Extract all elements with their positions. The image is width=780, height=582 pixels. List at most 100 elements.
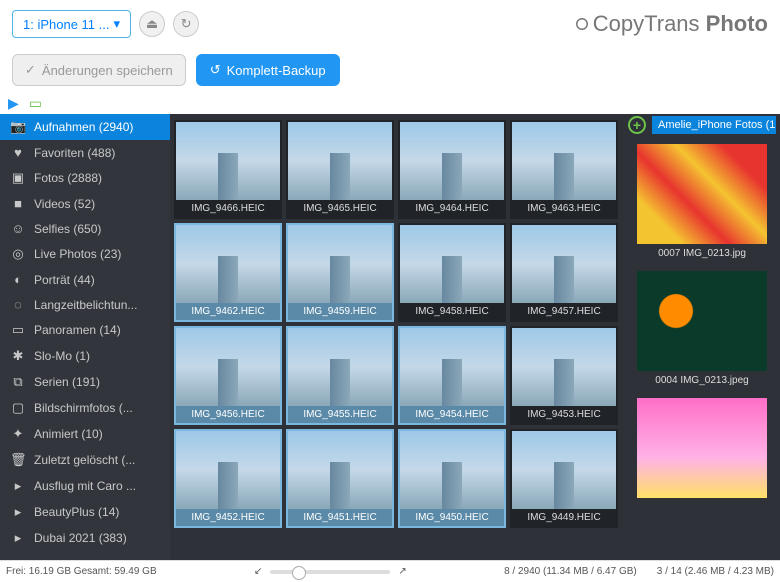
- sidebar-item[interactable]: ▣ Fotos (2888): [0, 165, 170, 191]
- thumb-image: [400, 225, 504, 303]
- photo-thumb[interactable]: IMG_9457.HEIC: [510, 223, 618, 322]
- sidebar-item-label: Dubai 2021 (383): [34, 531, 127, 545]
- thumb-image: [288, 431, 392, 509]
- screen-icon: ▢: [10, 400, 26, 416]
- sidebar-item-label: Serien (191): [34, 375, 100, 389]
- sidebar-item-label: Langzeitbelichtun...: [34, 298, 137, 312]
- backup-button[interactable]: ↺ Komplett-Backup: [196, 54, 340, 86]
- thumb-label: IMG_9452.HEIC: [176, 509, 280, 526]
- sidebar-item[interactable]: 🗑Zuletzt gelöscht (...: [0, 447, 170, 473]
- status-bar: Frei: 16.19 GB Gesamt: 59.49 GB ↙ ↗ 8 / …: [0, 560, 780, 582]
- portrait-icon: ◐: [10, 272, 26, 287]
- photo-thumb[interactable]: IMG_9449.HEIC: [510, 429, 618, 528]
- album-icon: ▸: [10, 504, 26, 520]
- restore-icon: ↺: [210, 62, 221, 78]
- right-thumb[interactable]: 0007 IMG_0213.jpg: [637, 144, 767, 263]
- brand-name: CopyTrans: [593, 11, 700, 36]
- right-thumb[interactable]: [637, 398, 767, 498]
- thumb-label: IMG_9457.HEIC: [512, 303, 616, 320]
- top-bar: 1: iPhone 11 ... ▾ ⏏ ↻ CopyTrans Photo: [0, 0, 780, 48]
- check-icon: ✓: [25, 62, 36, 78]
- play-icon[interactable]: ▶: [8, 95, 19, 112]
- thumb-image: [400, 431, 504, 509]
- zoom-in-icon[interactable]: ↗: [398, 566, 406, 577]
- photo-thumb[interactable]: IMG_9462.HEIC: [174, 223, 282, 322]
- album-icon: ▸: [10, 530, 26, 546]
- save-changes-button: ✓ Änderungen speichern: [12, 54, 186, 86]
- add-album-button[interactable]: +: [628, 116, 646, 134]
- photo-thumb[interactable]: IMG_9458.HEIC: [398, 223, 506, 322]
- right-panel: + Amelie_iPhone Fotos (1 0007 IMG_0213.j…: [624, 114, 780, 560]
- sidebar-item[interactable]: ◌Langzeitbelichtun...: [0, 292, 170, 317]
- thumb-image: [288, 328, 392, 406]
- photo-thumb[interactable]: IMG_9463.HEIC: [510, 120, 618, 219]
- sidebar-item[interactable]: ▭ Panoramen (14): [0, 317, 170, 343]
- sidebar-item-label: Slo-Mo (1): [34, 349, 90, 363]
- photo-thumb[interactable]: IMG_9459.HEIC: [286, 223, 394, 322]
- pano-icon: ▭: [10, 322, 26, 338]
- sidebar-item-label: Selfies (650): [34, 222, 101, 236]
- thumb-label: IMG_9458.HEIC: [400, 303, 504, 320]
- heart-icon: ♥: [10, 145, 26, 160]
- sidebar-item-label: Fotos (2888): [34, 171, 102, 185]
- video-icon: ■: [10, 196, 26, 211]
- thumb-image: [176, 431, 280, 509]
- sidebar-item[interactable]: ◎Live Photos (23): [0, 241, 170, 267]
- sidebar-item[interactable]: 📷Aufnahmen (2940): [0, 114, 170, 140]
- photo-thumb[interactable]: IMG_9454.HEIC: [398, 326, 506, 425]
- thumb-image: [512, 122, 616, 200]
- thumb-image: [288, 122, 392, 200]
- sidebar-item[interactable]: ☺ Selfies (650): [0, 216, 170, 241]
- selfie-icon: ☺: [10, 221, 26, 236]
- thumb-label: IMG_9456.HEIC: [176, 406, 280, 423]
- sidebar-item[interactable]: ⧉ Serien (191): [0, 369, 170, 395]
- thumb-image: [512, 328, 616, 406]
- photo-thumb[interactable]: IMG_9451.HEIC: [286, 429, 394, 528]
- status-right: 3 / 14 (2.46 MB / 4.23 MB): [657, 566, 774, 577]
- sidebar-item[interactable]: ✱ Slo-Mo (1): [0, 343, 170, 369]
- slomo-icon: ✱: [10, 348, 26, 364]
- photo-thumb[interactable]: IMG_9452.HEIC: [174, 429, 282, 528]
- photo-icon: ▣: [10, 170, 26, 186]
- album-icon[interactable]: ▭: [29, 95, 42, 112]
- thumb-label: IMG_9463.HEIC: [512, 200, 616, 217]
- sidebar-item-label: Porträt (44): [34, 273, 95, 287]
- right-panel-tab[interactable]: Amelie_iPhone Fotos (1: [652, 116, 776, 134]
- thumb-label: IMG_9464.HEIC: [400, 200, 504, 217]
- thumb-label: IMG_9466.HEIC: [176, 200, 280, 217]
- sidebar-item[interactable]: ◐ Porträt (44): [0, 267, 170, 292]
- thumb-label: IMG_9450.HEIC: [400, 509, 504, 526]
- sidebar-item-label: Live Photos (23): [34, 247, 121, 261]
- sidebar-item[interactable]: ■Videos (52): [0, 191, 170, 216]
- photo-thumb[interactable]: IMG_9464.HEIC: [398, 120, 506, 219]
- photo-thumb[interactable]: IMG_9453.HEIC: [510, 326, 618, 425]
- zoom-out-icon[interactable]: ↙: [254, 566, 262, 577]
- sidebar-item[interactable]: ▸ BeautyPlus (14): [0, 499, 170, 525]
- burst-icon: ⧉: [10, 374, 26, 390]
- sidebar-item[interactable]: ▸Ausflug mit Caro ...: [0, 473, 170, 499]
- brand-icon: [575, 17, 589, 31]
- sidebar-item-label: Panoramen (14): [34, 323, 121, 337]
- device-selector[interactable]: 1: iPhone 11 ... ▾: [12, 10, 131, 38]
- sidebar-item[interactable]: ♥Favoriten (488): [0, 140, 170, 165]
- eject-button[interactable]: ⏏: [139, 11, 165, 37]
- sidebar-item[interactable]: ▸ Dubai 2021 (383): [0, 525, 170, 551]
- right-thumb[interactable]: 0004 IMG_0213.jpeg: [637, 271, 767, 390]
- sidebar-item-label: Aufnahmen (2940): [34, 120, 133, 134]
- photo-grid[interactable]: IMG_9466.HEIC IMG_9465.HEIC IMG_9464.HEIC I…: [170, 114, 624, 560]
- photo-thumb[interactable]: IMG_9456.HEIC: [174, 326, 282, 425]
- thumb-image: [400, 122, 504, 200]
- sidebar-item[interactable]: ▢Bildschirmfotos (...: [0, 395, 170, 421]
- sidebar-item-label: BeautyPlus (14): [34, 505, 119, 519]
- zoom-slider[interactable]: [270, 570, 390, 574]
- photo-thumb[interactable]: IMG_9465.HEIC: [286, 120, 394, 219]
- chevron-down-icon: ▾: [114, 16, 121, 32]
- refresh-button[interactable]: ↻: [173, 11, 199, 37]
- photo-thumb[interactable]: IMG_9455.HEIC: [286, 326, 394, 425]
- thumb-label: IMG_9465.HEIC: [288, 200, 392, 217]
- view-icons: ▶ ▭: [0, 92, 780, 114]
- photo-thumb[interactable]: IMG_9450.HEIC: [398, 429, 506, 528]
- sidebar-item[interactable]: ✦Animiert (10): [0, 421, 170, 447]
- photo-thumb[interactable]: IMG_9466.HEIC: [174, 120, 282, 219]
- right-panel-header: + Amelie_iPhone Fotos (1: [624, 114, 780, 136]
